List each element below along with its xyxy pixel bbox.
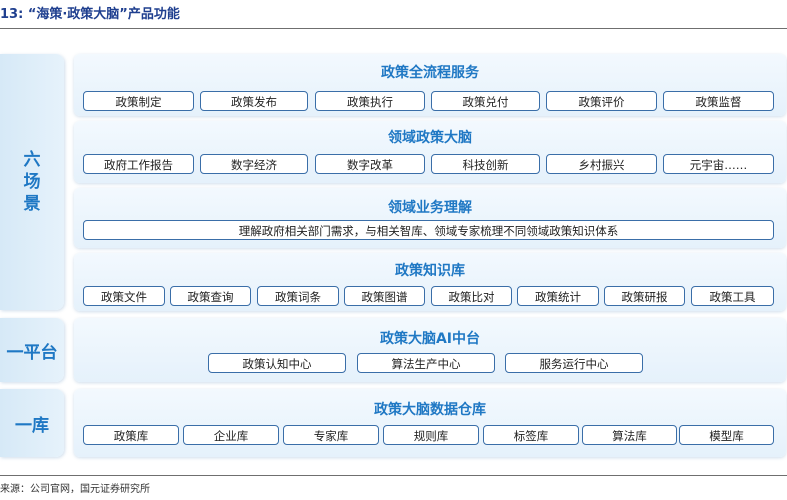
chip-policy-supervision[interactable]: 政策监督 — [663, 91, 774, 111]
chip-rules-db[interactable]: 规则库 — [383, 425, 479, 445]
platform-label: 一平台 — [0, 318, 64, 382]
top-divider — [0, 28, 787, 29]
chip-policy-files[interactable]: 政策文件 — [83, 286, 165, 306]
scenes-char-2: 场 — [23, 172, 41, 192]
figure-title: 13: “海策·政策大脑”产品功能 — [0, 7, 180, 22]
database-label: 一库 — [0, 389, 64, 457]
chip-policy-payment[interactable]: 政策兑付 — [431, 91, 540, 111]
chip-policy-making[interactable]: 政策制定 — [83, 91, 194, 111]
chip-cognition-center[interactable]: 政策认知中心 — [208, 353, 346, 373]
chip-digital-reform[interactable]: 数字改革 — [315, 154, 425, 174]
ai-platform-panel: 政策大脑AI中台 政策认知中心 算法生产中心 服务运行中心 — [74, 318, 786, 382]
scenes-char-1: 六 — [23, 150, 41, 170]
chip-service-center[interactable]: 服务运行中心 — [505, 353, 643, 373]
chip-digital-economy[interactable]: 数字经济 — [200, 154, 308, 174]
domain-brain-panel: 领域政策大脑 政府工作报告 数字经济 数字改革 科技创新 乡村振兴 元宇宙…… — [74, 121, 786, 183]
data-warehouse-title: 政策大脑数据仓库 — [374, 402, 486, 418]
chip-rural-revitalization[interactable]: 乡村振兴 — [546, 154, 657, 174]
chip-policy-stats[interactable]: 政策统计 — [517, 286, 599, 306]
service-panel: 政策全流程服务 政策制定 政策发布 政策执行 政策兑付 政策评价 政策监督 — [74, 54, 786, 116]
knowledge-panel: 政策知识库 政策文件 政策查询 政策词条 政策图谱 政策比对 政策统计 政策研报… — [74, 253, 786, 311]
data-warehouse-panel: 政策大脑数据仓库 政策库 企业库 专家库 规则库 标签库 算法库 模型库 — [74, 389, 786, 457]
source-note: 来源：公司官网，国元证券研究所 — [0, 484, 150, 495]
chip-policy-terms[interactable]: 政策词条 — [257, 286, 339, 306]
six-scenes-label: 六 场 景 — [0, 54, 64, 310]
ai-platform-title: 政策大脑AI中台 — [379, 331, 481, 347]
chip-policy-compare[interactable]: 政策比对 — [431, 286, 512, 306]
business-panel: 领域业务理解 理解政府相关部门需求，与相关智库、领域专家梳理不同领域政策知识体系 — [74, 188, 786, 248]
chip-tech-innovation[interactable]: 科技创新 — [431, 154, 540, 174]
chip-metaverse[interactable]: 元宇宙…… — [663, 154, 774, 174]
chip-policy-query[interactable]: 政策查询 — [170, 286, 251, 306]
scenes-char-3: 景 — [23, 194, 41, 214]
chip-algorithm-center[interactable]: 算法生产中心 — [357, 353, 495, 373]
chip-policy-graph[interactable]: 政策图谱 — [344, 286, 425, 306]
chip-policy-research[interactable]: 政策研报 — [604, 286, 685, 306]
chip-expert-db[interactable]: 专家库 — [283, 425, 379, 445]
chip-tags-db[interactable]: 标签库 — [483, 425, 579, 445]
chip-policy-release[interactable]: 政策发布 — [200, 91, 308, 111]
knowledge-title: 政策知识库 — [395, 263, 465, 279]
chip-policy-evaluation[interactable]: 政策评价 — [546, 91, 657, 111]
service-title: 政策全流程服务 — [381, 65, 479, 81]
chip-policy-tools[interactable]: 政策工具 — [691, 286, 774, 306]
chip-algorithm-db[interactable]: 算法库 — [582, 425, 677, 445]
chip-policy-execution[interactable]: 政策执行 — [315, 91, 425, 111]
chip-gov-report[interactable]: 政府工作报告 — [83, 154, 194, 174]
chip-model-db[interactable]: 模型库 — [679, 425, 774, 445]
chip-policy-db[interactable]: 政策库 — [83, 425, 179, 445]
business-title: 领域业务理解 — [388, 200, 472, 216]
business-description: 理解政府相关部门需求，与相关智库、领域专家梳理不同领域政策知识体系 — [83, 220, 774, 240]
bottom-divider — [0, 475, 787, 476]
chip-enterprise-db[interactable]: 企业库 — [183, 425, 279, 445]
domain-brain-title: 领域政策大脑 — [388, 130, 472, 146]
